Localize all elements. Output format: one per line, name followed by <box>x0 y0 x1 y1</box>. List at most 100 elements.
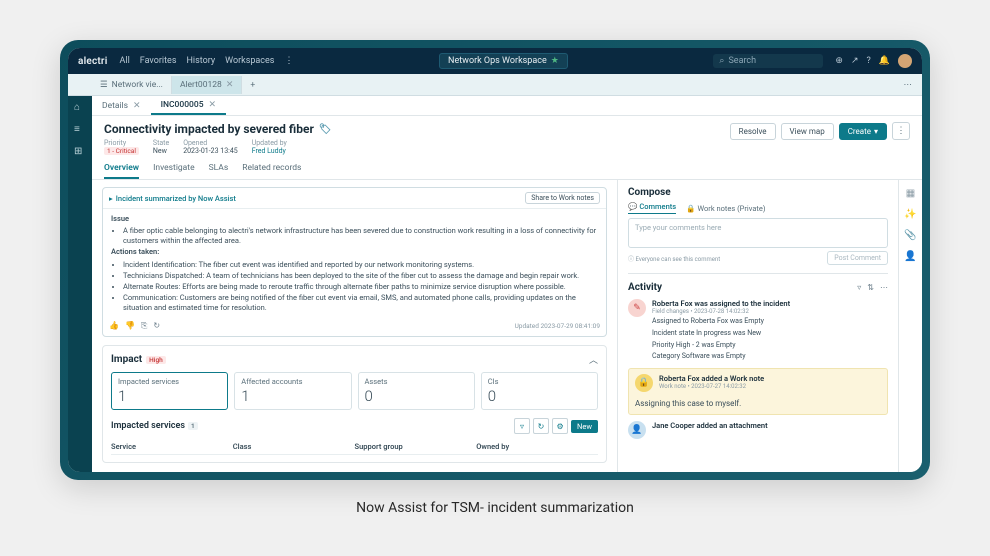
impacted-services-title: Impacted services 1 <box>111 421 198 431</box>
more-activity-icon[interactable]: ⋯ <box>880 283 888 292</box>
device-frame: alectri All Favorites History Workspaces… <box>60 40 930 480</box>
now-assist-summary: ▸Incident summarized by Now Assist Share… <box>102 187 607 337</box>
tab-slas[interactable]: SLAs <box>209 159 229 179</box>
create-button[interactable]: Create▾ <box>839 123 887 140</box>
help-icon[interactable]: ? <box>867 56 871 66</box>
title-area: Connectivity impacted by severed fiber 🏷… <box>104 122 332 155</box>
widget-icon[interactable]: ▦ <box>906 188 915 199</box>
chevron-down-icon: ▾ <box>874 127 878 136</box>
main-content: Details ✕ INC000005 ✕ Connectivity impac… <box>92 96 922 472</box>
list-rail-icon[interactable]: ≡ <box>74 124 86 136</box>
feedback-icons: 👍 👎 ⎘ ↻ <box>109 321 160 331</box>
list-icon: ☰ <box>100 80 108 90</box>
tab-alert[interactable]: Alert00128 ✕ <box>172 76 242 94</box>
thumbs-down-icon[interactable]: 👎 <box>125 321 135 331</box>
comment-icon: 💬 <box>628 202 637 211</box>
nav-more-icon[interactable]: ⋮ <box>284 56 293 66</box>
close-icon[interactable]: ✕ <box>209 100 217 110</box>
activity-title: Activity <box>628 282 662 293</box>
activity-item: ✎ Roberta Fox was assigned to the incide… <box>628 299 888 362</box>
refresh-table-icon[interactable]: ↻ <box>533 418 549 434</box>
thumbs-up-icon[interactable]: 👍 <box>109 321 119 331</box>
ai-icon[interactable]: ✨ <box>904 209 916 220</box>
work-note-card: 🔒 Roberta Fox added a Work note Work not… <box>628 368 888 415</box>
more-actions-button[interactable]: ⋮ <box>892 122 910 140</box>
copy-icon[interactable]: ⎘ <box>141 321 147 331</box>
tab-details[interactable]: Details ✕ <box>92 98 151 114</box>
stat-affected-accounts[interactable]: Affected accounts1 <box>234 372 351 410</box>
apps-icon[interactable]: ⊞ <box>74 146 86 158</box>
refresh-icon[interactable]: ↻ <box>153 321 160 331</box>
services-table-header: Service Class Support group Owned by <box>111 439 598 455</box>
tab-incident[interactable]: INC000005 ✕ <box>151 97 227 115</box>
impact-title: Impact High <box>111 354 166 365</box>
brand-logo: alectri <box>78 56 108 67</box>
tab-work-notes[interactable]: 🔒Work notes (Private) <box>686 202 765 214</box>
record-meta: Priority1 - Critical StateNew Opened2023… <box>104 139 332 155</box>
user-avatar-icon: 👤 <box>628 421 646 439</box>
impact-card: Impact High ︿ Impacted services1 Affecte… <box>102 345 607 463</box>
top-right-icons: ⊕ ↗ ? 🔔 <box>835 54 912 68</box>
stat-cis[interactable]: CIs0 <box>481 372 598 410</box>
record-tabs: Details ✕ INC000005 ✕ <box>92 96 922 116</box>
record-title: Connectivity impacted by severed fiber 🏷 <box>104 122 332 136</box>
right-pane: Compose 💬Comments 🔒Work notes (Private) … <box>618 180 898 472</box>
post-comment-button[interactable]: Post Comment <box>827 251 888 265</box>
view-map-button[interactable]: View map <box>781 123 834 140</box>
tag-icon[interactable]: 🏷 <box>319 124 332 135</box>
star-icon: ★ <box>551 56 559 66</box>
close-icon[interactable]: ✕ <box>133 101 141 111</box>
assist-title[interactable]: ▸Incident summarized by Now Assist <box>109 194 236 203</box>
tab-network-view[interactable]: ☰ Network vie... <box>92 76 172 94</box>
filter-icon[interactable]: ▿ <box>514 418 530 434</box>
assist-timestamp: Updated 2023-07-29 08:41:09 <box>515 322 600 330</box>
tabs-more-icon[interactable]: ⋯ <box>894 80 923 90</box>
nav-all[interactable]: All <box>120 56 130 66</box>
tab-related[interactable]: Related records <box>242 159 301 179</box>
tab-investigate[interactable]: Investigate <box>153 159 195 179</box>
impact-stats: Impacted services1 Affected accounts1 As… <box>111 372 598 410</box>
globe-icon[interactable]: ⊕ <box>835 56 843 66</box>
attachment-icon[interactable]: 📎 <box>904 230 916 241</box>
comment-input[interactable]: Type your comments here <box>628 218 888 248</box>
search-placeholder: Search <box>728 56 756 66</box>
app-screen: alectri All Favorites History Workspaces… <box>68 48 922 472</box>
add-tab-button[interactable]: + <box>242 76 263 94</box>
new-button[interactable]: New <box>571 420 598 433</box>
sort-activity-icon[interactable]: ⇅ <box>867 283 874 292</box>
tab-overview[interactable]: Overview <box>104 159 139 179</box>
search-icon: ⌕ <box>719 56 724 66</box>
workspace-selector[interactable]: Network Ops Workspace ★ <box>439 53 568 69</box>
stat-assets[interactable]: Assets0 <box>358 372 475 410</box>
top-bar: alectri All Favorites History Workspaces… <box>68 48 922 74</box>
resolve-button[interactable]: Resolve <box>730 123 776 140</box>
high-badge: High <box>146 356 166 364</box>
far-right-rail: ▦ ✨ 📎 👤 <box>898 180 922 472</box>
nav-history[interactable]: History <box>186 56 215 66</box>
stat-impacted-services[interactable]: Impacted services1 <box>111 372 228 410</box>
lock-avatar-icon: 🔒 <box>635 374 653 392</box>
compose-title: Compose <box>628 187 888 198</box>
left-rail: ⌂ ≡ ⊞ <box>68 96 92 472</box>
bell-icon[interactable]: 🔔 <box>879 56 890 66</box>
nav-favorites[interactable]: Favorites <box>140 56 177 66</box>
tab-comments[interactable]: 💬Comments <box>628 202 676 214</box>
global-search[interactable]: ⌕ Search <box>713 54 823 68</box>
home-icon[interactable]: ⌂ <box>74 102 86 114</box>
record-actions: Resolve View map Create▾ ⋮ <box>730 122 910 140</box>
forward-icon[interactable]: ↗ <box>851 56 859 66</box>
visibility-note: ⓘ Everyone can see this comment <box>628 254 720 263</box>
image-caption: Now Assist for TSM- incident summarizati… <box>356 500 634 516</box>
user-icon[interactable]: 👤 <box>904 251 916 262</box>
share-to-worknotes-button[interactable]: Share to Work notes <box>525 192 600 204</box>
settings-icon[interactable]: ⚙ <box>552 418 568 434</box>
activity-item: 👤 Jane Cooper added an attachment <box>628 421 888 439</box>
updated-by-link[interactable]: Fred Luddy <box>252 147 287 155</box>
compose-tabs: 💬Comments 🔒Work notes (Private) <box>628 202 888 214</box>
nav-workspaces[interactable]: Workspaces <box>225 56 274 66</box>
filter-activity-icon[interactable]: ▿ <box>857 283 861 292</box>
close-icon[interactable]: ✕ <box>226 80 234 90</box>
user-avatar[interactable] <box>898 54 912 68</box>
collapse-icon[interactable]: ︿ <box>589 353 598 366</box>
record-header: Connectivity impacted by severed fiber 🏷… <box>92 116 922 159</box>
